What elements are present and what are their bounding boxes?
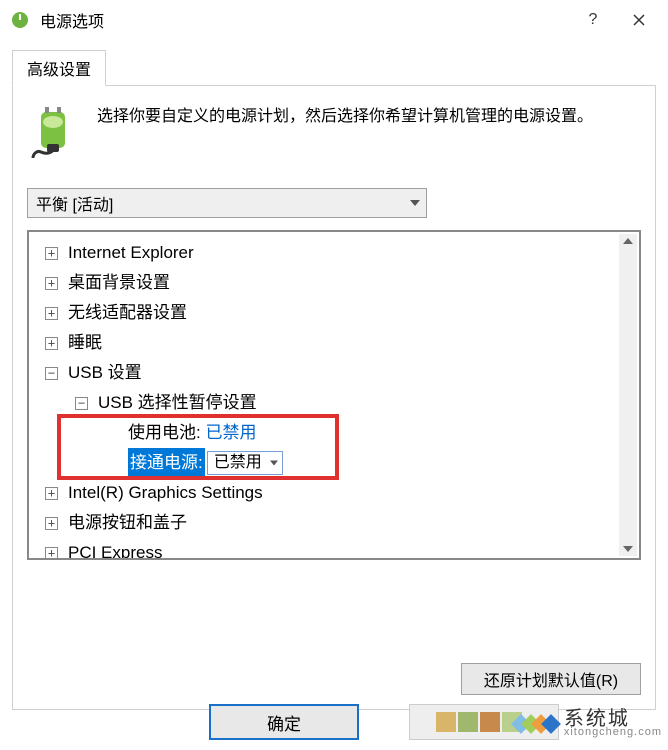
collapse-icon[interactable]: − [75,397,88,410]
tree-scrollbar[interactable] [619,234,637,556]
expand-icon[interactable]: + [45,547,58,560]
power-plan-value: 平衡 [活动] [36,191,113,215]
tree-item-sleep[interactable]: +睡眠 [33,328,615,358]
help-button[interactable]: ? [570,4,616,36]
intro-text: 选择你要自定义的电源计划，然后选择你希望计算机管理的电源设置。 [97,104,593,160]
window-title: 电源选项 [40,8,570,32]
collapse-icon[interactable]: − [45,367,58,380]
expand-icon[interactable]: + [45,277,58,290]
plugged-in-label: 接通电源: [128,448,205,478]
settings-tree[interactable]: +Internet Explorer +桌面背景设置 +无线适配器设置 +睡眠 … [27,230,641,560]
power-options-icon [10,10,30,30]
tab-advanced-settings[interactable]: 高级设置 [12,50,106,86]
tree-item-pci-express[interactable]: +PCI Express [33,538,615,560]
expand-icon[interactable]: + [45,337,58,350]
chevron-down-icon [270,461,278,466]
tree-item-on-battery[interactable]: 使用电池: 已禁用 [33,418,615,448]
pixelation-overlay [436,712,522,732]
tree-item-internet-explorer[interactable]: +Internet Explorer [33,238,615,268]
tree-item-intel-graphics[interactable]: +Intel(R) Graphics Settings [33,478,615,508]
on-battery-value[interactable]: 已禁用 [205,418,256,448]
tree-item-wireless-adapter[interactable]: +无线适配器设置 [33,298,615,328]
tab-label: 高级设置 [27,56,91,80]
intro-row: 选择你要自定义的电源计划，然后选择你希望计算机管理的电源设置。 [27,104,641,160]
expand-icon[interactable]: + [45,517,58,530]
tree-item-desktop-background[interactable]: +桌面背景设置 [33,268,615,298]
restore-defaults-button[interactable]: 还原计划默认值(R) [461,663,641,695]
chevron-down-icon [410,200,420,206]
tree-item-power-buttons-lid[interactable]: +电源按钮和盖子 [33,508,615,538]
advanced-settings-panel: 选择你要自定义的电源计划，然后选择你希望计算机管理的电源设置。 平衡 [活动] … [12,86,656,710]
tab-strip: 高级设置 [12,50,656,86]
expand-icon[interactable]: + [45,307,58,320]
titlebar: 电源选项 ? [0,0,668,40]
battery-plug-icon [27,104,83,160]
scroll-down-icon[interactable] [623,546,633,552]
scroll-up-icon[interactable] [623,238,633,244]
close-button[interactable] [616,4,662,36]
plugged-in-value-dropdown[interactable]: 已禁用 [207,451,283,475]
power-plan-dropdown[interactable]: 平衡 [活动] [27,188,427,218]
tree-item-plugged-in[interactable]: 接通电源: 已禁用 [33,448,615,478]
tree-item-usb-selective-suspend[interactable]: −USB 选择性暂停设置 [33,388,615,418]
ok-button[interactable]: 确定 [209,704,359,740]
expand-icon[interactable]: + [45,487,58,500]
watermark: 系统城 xitongcheng.com [514,709,662,738]
watermark-url: xitongcheng.com [564,727,662,738]
tree-item-usb-settings[interactable]: −USB 设置 [33,358,615,388]
expand-icon[interactable]: + [45,247,58,260]
